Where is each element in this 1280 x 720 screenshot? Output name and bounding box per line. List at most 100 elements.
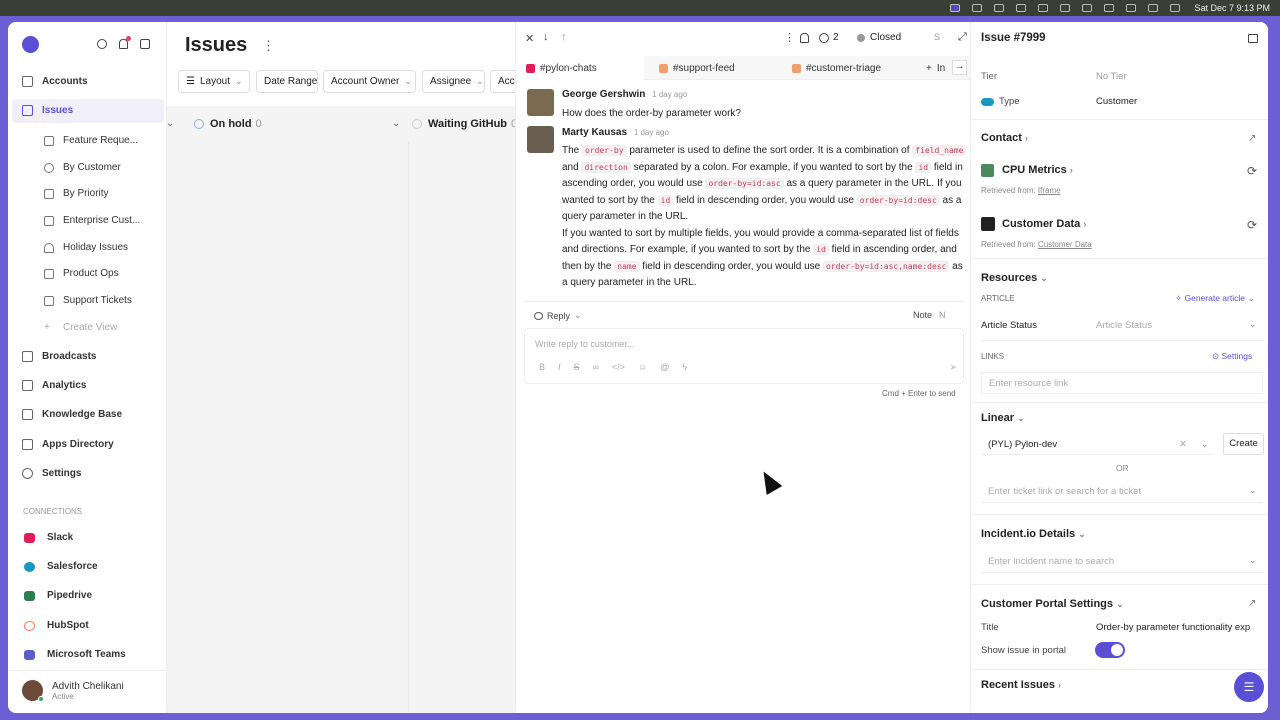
arrow-up-icon[interactable]: ↑ <box>561 31 567 43</box>
bell-icon[interactable] <box>800 33 809 43</box>
view-enterprise-customers[interactable]: Enterprise Cust... <box>44 215 140 226</box>
reply-editor[interactable]: Write reply to customer... B I S ∞ </> ☺ @ ϟ ➤ <box>524 328 964 384</box>
note-button[interactable]: Note <box>913 310 932 320</box>
portal-title-value[interactable]: Order-by parameter functionality exp <box>1096 622 1250 633</box>
tier-value[interactable]: No Tier <box>1096 71 1127 82</box>
italic-icon[interactable]: I <box>558 362 561 372</box>
sidebar-item-apps-directory[interactable]: Apps Directory <box>22 439 114 450</box>
bell-icon <box>44 242 54 253</box>
more-options-icon[interactable]: ⋮ <box>262 38 275 54</box>
expand-icon[interactable]: ⤢ <box>958 31 967 44</box>
reply-input[interactable]: Write reply to customer... <box>535 339 634 349</box>
menubar-status-icon[interactable] <box>994 4 1005 12</box>
search-icon[interactable] <box>1148 4 1159 12</box>
connection-microsoft-teams[interactable]: Microsoft Teams <box>24 649 126 660</box>
show-in-portal-toggle[interactable] <box>1095 642 1125 658</box>
menubar-status-icon[interactable] <box>1060 4 1071 12</box>
customer-data-section[interactable]: Customer Data › <box>1002 218 1086 230</box>
close-icon[interactable]: ✕ <box>525 32 534 45</box>
incident-search-input[interactable]: Enter incident name to search <box>981 551 1263 573</box>
column-waiting-github[interactable]: Waiting GitHub0 <box>412 118 517 130</box>
tab-customer-triage[interactable]: #customer-triage <box>792 57 881 79</box>
customer-portal-section[interactable]: Customer Portal Settings ⌄ <box>981 598 1124 610</box>
emoji-icon[interactable]: ☺ <box>638 362 647 372</box>
send-icon[interactable]: ➤ <box>949 362 957 373</box>
menubar-clock[interactable]: Sat Dec 7 9:13 PM <box>1194 3 1270 13</box>
refresh-icon[interactable]: ⟳ <box>1247 164 1257 178</box>
view-feature-requests[interactable]: Feature Reque... <box>44 135 138 146</box>
assignee-filter[interactable]: Assignee ⌄ <box>422 70 485 93</box>
user-profile[interactable]: Advith Chelikani Active <box>22 680 124 702</box>
refresh-icon[interactable]: ⟳ <box>1247 218 1257 232</box>
connection-hubspot[interactable]: HubSpot <box>24 620 89 631</box>
date-range-filter[interactable]: Date Range <box>256 70 318 93</box>
cpu-metrics-section[interactable]: CPU Metrics › <box>1002 164 1073 176</box>
clear-icon[interactable]: ✕ <box>1179 439 1187 450</box>
contact-section[interactable]: Contact › <box>981 132 1028 144</box>
create-view-button[interactable]: + Create View <box>44 322 117 333</box>
view-by-customer[interactable]: By Customer <box>44 162 121 173</box>
connection-pipedrive[interactable]: Pipedrive <box>24 590 92 601</box>
watchers-button[interactable]: 2 <box>819 32 839 43</box>
view-support-tickets[interactable]: Support Tickets <box>44 295 132 306</box>
control-center-icon[interactable] <box>1170 4 1181 12</box>
toggle-panel-icon[interactable] <box>1248 34 1258 43</box>
sidebar-item-broadcasts[interactable]: Broadcasts <box>22 351 96 362</box>
more-options-icon[interactable]: ⋮ <box>784 31 795 44</box>
ticket-search-input[interactable]: Enter ticket link or search for a ticket <box>981 481 1263 503</box>
linear-section[interactable]: Linear ⌄ <box>981 412 1025 424</box>
view-product-ops[interactable]: Product Ops <box>44 268 119 279</box>
incident-section[interactable]: Incident.io Details ⌄ <box>981 528 1086 540</box>
links-settings-button[interactable]: ⊙ Settings <box>1212 351 1252 362</box>
bluetooth-icon[interactable] <box>1082 4 1093 12</box>
chat-support-icon[interactable]: ☰ <box>1234 672 1264 702</box>
menubar-status-icon[interactable] <box>950 4 961 12</box>
status-dropdown[interactable]: Closed <box>857 32 901 43</box>
tab-pylon-chats[interactable]: #pylon-chats <box>526 57 597 79</box>
menubar-status-icon[interactable] <box>1016 4 1027 12</box>
collapse-column-icon[interactable]: ⌄ <box>166 118 174 129</box>
column-on-hold[interactable]: On hold 0 <box>194 118 262 130</box>
recent-issues-section[interactable]: Recent Issues › <box>981 679 1061 691</box>
bold-icon[interactable]: B <box>539 362 545 372</box>
external-link-icon[interactable]: ↗ <box>1248 598 1256 609</box>
collapse-sidebar-icon[interactable] <box>140 39 150 49</box>
menubar-status-icon[interactable] <box>1038 4 1049 12</box>
resource-link-input[interactable]: Enter resource link <box>981 372 1263 394</box>
sidebar-item-analytics[interactable]: Analytics <box>22 380 86 391</box>
sidebar-item-accounts[interactable]: Accounts <box>22 76 88 87</box>
menubar-status-icon[interactable] <box>972 4 983 12</box>
mention-icon[interactable]: @ <box>660 362 669 372</box>
connection-salesforce[interactable]: Salesforce <box>24 561 98 572</box>
strikethrough-icon[interactable]: S <box>574 362 580 372</box>
wifi-icon[interactable] <box>1126 4 1137 12</box>
add-tab-button[interactable]: + In <box>926 57 945 79</box>
article-status-select[interactable]: Article Status <box>1096 320 1152 331</box>
account-owner-filter[interactable]: Account Owner ⌄ <box>323 70 416 93</box>
external-link-icon[interactable]: ↗ <box>1248 133 1256 144</box>
create-linear-button[interactable]: Create <box>1223 433 1264 455</box>
layout-button[interactable]: ☰ Layout ⌄ <box>178 70 250 93</box>
linear-team-select[interactable]: (PYL) Pylon-dev ✕ ⌄ <box>981 433 1213 455</box>
scroll-tabs-right-icon[interactable]: → <box>952 60 967 75</box>
sidebar-item-settings[interactable]: Settings <box>22 468 81 479</box>
tab-support-feed[interactable]: #support-feed <box>659 57 735 79</box>
sidebar-item-issues[interactable]: Issues <box>22 105 73 116</box>
view-holiday-issues[interactable]: Holiday Issues <box>44 242 128 253</box>
battery-icon[interactable] <box>1104 4 1115 12</box>
resources-section[interactable]: Resources ⌄ <box>981 272 1048 284</box>
connection-slack[interactable]: Slack <box>24 532 73 543</box>
cpu-source-link[interactable]: Iframe <box>1038 186 1061 195</box>
lightning-icon[interactable]: ϟ <box>682 362 687 372</box>
search-icon[interactable] <box>97 39 107 49</box>
link-icon[interactable]: ∞ <box>593 362 599 372</box>
reply-mode-dropdown[interactable]: Reply ⌄ <box>534 310 582 321</box>
generate-article-button[interactable]: ✧ Generate article ⌄ <box>1175 293 1255 304</box>
type-value[interactable]: Customer <box>1096 96 1137 107</box>
arrow-down-icon[interactable]: ↓ <box>543 31 549 43</box>
view-by-priority[interactable]: By Priority <box>44 188 109 199</box>
customer-data-link[interactable]: Customer Data <box>1038 240 1092 249</box>
sidebar-item-knowledge-base[interactable]: Knowledge Base <box>22 409 122 420</box>
code-icon[interactable]: </> <box>612 362 625 372</box>
collapse-column-icon[interactable]: ⌄ <box>392 118 400 129</box>
